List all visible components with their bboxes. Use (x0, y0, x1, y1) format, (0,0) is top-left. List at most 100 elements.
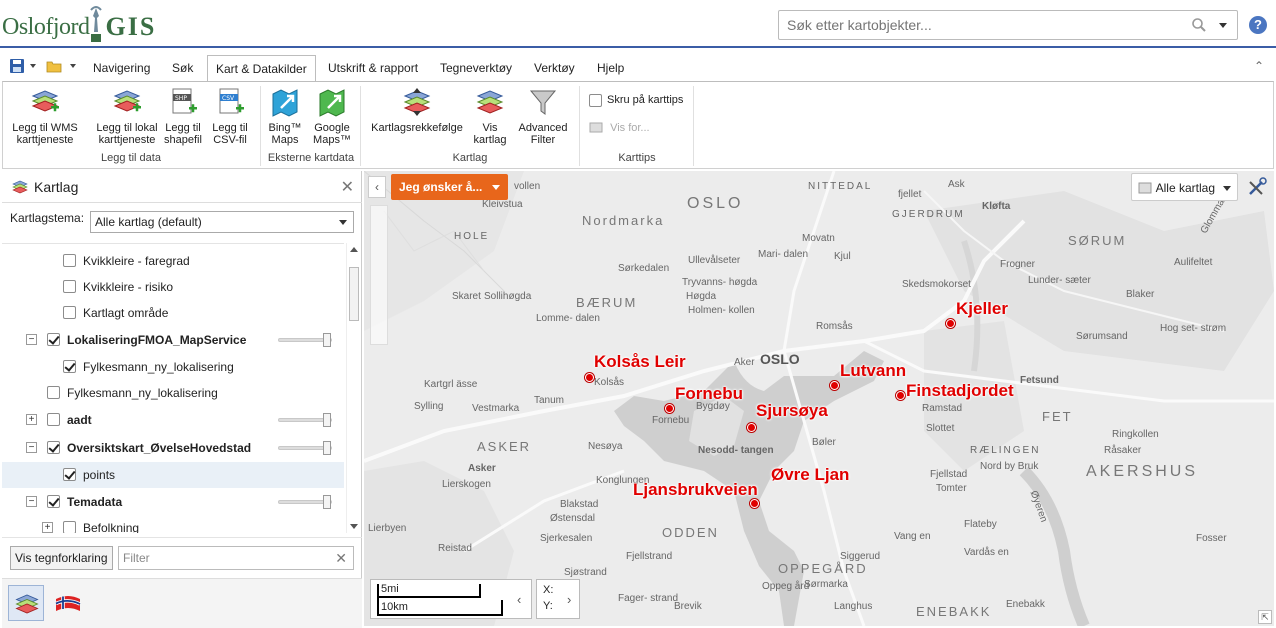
layer-row[interactable]: Fylkesmann_ny_lokalisering (2, 354, 344, 380)
norway-flag-icon[interactable] (54, 591, 82, 615)
poi-marker[interactable] (665, 404, 674, 413)
opacity-slider[interactable] (278, 413, 332, 427)
zoom-slider[interactable] (370, 205, 388, 345)
tab-tegneverktoy[interactable]: Tegneverktøy (432, 55, 520, 81)
layer-row[interactable]: − Oversiktskart_ØvelseHovedstad (2, 435, 344, 461)
show-legend-button[interactable]: Vis tegnforklaring (10, 546, 113, 570)
tab-verktoy[interactable]: Verktøy (526, 55, 583, 81)
basemap-select[interactable]: Alle kartlag (1130, 173, 1238, 201)
layer-row[interactable]: Kartlagt område (2, 300, 344, 326)
poi-marker[interactable] (585, 373, 594, 382)
layer-checkbox[interactable] (47, 441, 60, 454)
layer-checkbox[interactable] (47, 413, 60, 426)
expand-icon[interactable]: + (26, 414, 37, 425)
search-icon[interactable] (1191, 17, 1207, 33)
tab-utskrift-rapport[interactable]: Utskrift & rapport (320, 55, 426, 81)
add-csv-button[interactable]: CSV Legg til CSV-fil (207, 86, 253, 146)
slider-handle[interactable] (323, 441, 331, 455)
layer-row[interactable]: Kvikkleire - faregrad (2, 248, 344, 274)
layer-checkbox[interactable] (63, 254, 76, 267)
layer-row[interactable]: Kvikkleire - risiko (2, 274, 344, 300)
layer-order-button[interactable]: Kartlagsrekkefølge (367, 86, 467, 134)
slider-handle[interactable] (323, 333, 331, 347)
save-dropdown-icon[interactable] (30, 64, 36, 68)
layer-checkbox[interactable] (63, 360, 76, 373)
collapse-panel-button[interactable]: ‹ (368, 176, 386, 198)
layers-panel-tab[interactable] (8, 585, 44, 621)
layer-tree-scrollbar[interactable] (346, 243, 360, 533)
tab-sok[interactable]: Søk (164, 55, 201, 81)
clear-filter-icon[interactable]: ✕ (335, 547, 347, 569)
tema-select[interactable]: Alle kartlag (default) (90, 211, 354, 233)
open-dropdown-icon[interactable] (70, 64, 76, 68)
slider-handle[interactable] (323, 495, 331, 509)
layer-checkbox[interactable] (63, 521, 76, 533)
poi-marker[interactable] (896, 391, 905, 400)
add-shapefile-button[interactable]: SHP Legg til shapefil (161, 86, 205, 146)
vis-for-button[interactable]: Vis for... (589, 122, 650, 137)
map-label: Blaker (1126, 289, 1155, 300)
poi-marker[interactable] (750, 499, 759, 508)
jeg-onsker-button[interactable]: Jeg ønsker å... (391, 174, 508, 200)
add-wms-button[interactable]: Legg til WMS karttjeneste (9, 86, 81, 146)
collapse-ribbon-icon[interactable]: ⌃ (1254, 59, 1264, 73)
map-view[interactable]: OSLO Nordmarka BÆRUM ASKER ODDEN OPPEGÅR… (364, 171, 1274, 626)
filter-input[interactable]: Filter ✕ (118, 546, 354, 570)
search-input[interactable] (779, 11, 1169, 39)
open-folder-icon[interactable] (46, 58, 62, 74)
poi-marker[interactable] (946, 319, 955, 328)
poi-marker[interactable] (747, 423, 756, 432)
show-layers-button[interactable]: Vis kartlag (469, 86, 511, 146)
layer-checkbox[interactable] (63, 468, 76, 481)
layer-row[interactable]: − Temadata (2, 489, 344, 515)
layer-row-selected[interactable]: points (2, 462, 344, 488)
map-label: Tryvanns- høgda (682, 277, 758, 288)
collapse-icon[interactable]: − (26, 496, 37, 507)
scrollbar-thumb[interactable] (349, 267, 359, 321)
filter-funnel-icon (529, 90, 557, 115)
coordinate-toggle-icon[interactable]: › (567, 592, 571, 607)
chevron-down-icon[interactable] (339, 220, 347, 225)
layer-row[interactable]: + Befolkning (2, 515, 344, 533)
close-icon[interactable]: ✕ (341, 177, 354, 197)
layers-add-icon (113, 90, 141, 112)
opacity-slider[interactable] (278, 333, 332, 347)
tab-navigering[interactable]: Navigering (85, 55, 158, 81)
advanced-filter-button[interactable]: Advanced Filter (515, 86, 571, 146)
poi-marker[interactable] (830, 381, 839, 390)
layer-checkbox[interactable] (47, 386, 60, 399)
layer-checkbox[interactable] (47, 333, 60, 346)
search-box[interactable] (778, 10, 1238, 40)
slider-handle[interactable] (323, 413, 331, 427)
layer-row[interactable]: − LokaliseringFMOA_MapService (2, 327, 344, 353)
filter-placeholder: Filter (123, 551, 150, 565)
tools-icon[interactable] (1246, 176, 1268, 198)
add-local-service-button[interactable]: Legg til lokal karttjeneste (87, 86, 167, 146)
layer-row[interactable]: Fylkesmann_ny_lokalisering (2, 380, 344, 406)
search-dropdown-icon[interactable] (1219, 23, 1227, 28)
tab-kart-datakilder[interactable]: Kart & Datakilder (207, 55, 316, 82)
help-button[interactable]: ? (1249, 16, 1267, 34)
opacity-slider[interactable] (278, 495, 332, 509)
scroll-down-icon[interactable] (350, 524, 358, 529)
scroll-up-icon[interactable] (350, 247, 358, 252)
google-maps-button[interactable]: Google Maps™ (309, 86, 355, 146)
layer-checkbox[interactable] (63, 280, 76, 293)
collapse-icon[interactable]: − (26, 334, 37, 345)
opacity-slider[interactable] (278, 441, 332, 455)
map-label: Frogner (1000, 259, 1036, 270)
expand-icon[interactable]: + (42, 522, 53, 533)
layer-row[interactable]: + aadt (2, 407, 344, 433)
karttips-checkbox[interactable] (589, 94, 602, 107)
tema-select-value: Alle kartlag (default) (95, 215, 202, 229)
save-icon[interactable] (9, 58, 25, 74)
overview-map-toggle-icon[interactable]: ⇱ (1258, 610, 1272, 624)
layer-checkbox[interactable] (47, 495, 60, 508)
layer-label: aadt (67, 413, 92, 427)
bing-maps-button[interactable]: Bing™ Maps (263, 86, 307, 146)
tab-hjelp[interactable]: Hjelp (589, 55, 632, 81)
layer-checkbox[interactable] (63, 306, 76, 319)
map-label: Fjellstad (930, 469, 968, 480)
scale-toggle-icon[interactable]: ‹ (517, 592, 521, 607)
collapse-icon[interactable]: − (26, 442, 37, 453)
